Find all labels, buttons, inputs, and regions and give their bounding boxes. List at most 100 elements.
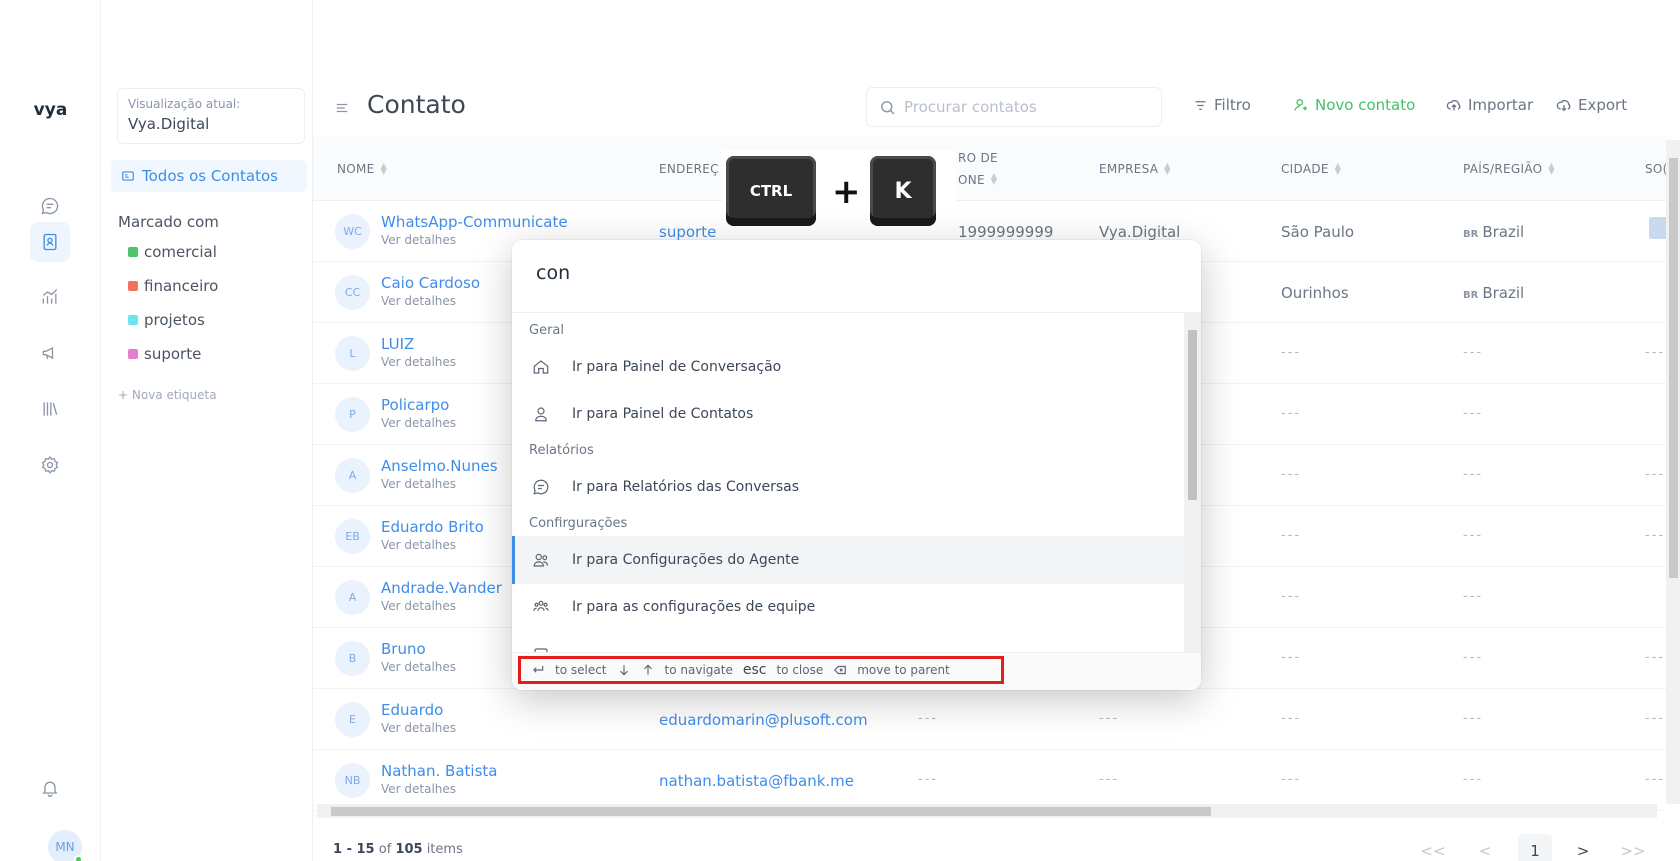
library-icon bbox=[43, 402, 58, 416]
search-box[interactable] bbox=[866, 87, 1162, 127]
user-avatar[interactable]: MN bbox=[48, 830, 83, 861]
contact-name-link[interactable]: Policarpo bbox=[381, 396, 449, 414]
view-details-link[interactable]: Ver detalhes bbox=[381, 538, 456, 552]
settings-nav-button[interactable] bbox=[30, 445, 70, 485]
contact-name-link[interactable]: Nathan. Batista bbox=[381, 762, 497, 780]
next-page-button[interactable]: > bbox=[1566, 834, 1600, 861]
command-search-input[interactable] bbox=[512, 240, 1201, 312]
command-conversation-reports[interactable]: Ir para Relatórios das Conversas bbox=[512, 463, 1184, 511]
contact-avatar: EB bbox=[335, 519, 370, 554]
campaigns-nav-button[interactable] bbox=[30, 333, 70, 373]
tag-financeiro[interactable]: financeiro bbox=[128, 277, 218, 295]
view-details-link[interactable]: Ver detalhes bbox=[381, 782, 456, 796]
conversations-nav-button[interactable] bbox=[30, 186, 70, 226]
contact-name-link[interactable]: Bruno bbox=[381, 640, 426, 658]
view-details-link[interactable]: Ver detalhes bbox=[381, 355, 456, 369]
column-company[interactable]: EMPRESA ▲ ▼ bbox=[1099, 136, 1171, 201]
vertical-scrollbar[interactable] bbox=[1666, 140, 1680, 804]
command-contacts-panel[interactable]: Ir para Painel de Contatos bbox=[512, 390, 1184, 438]
contact-email[interactable]: eduardomarin@plusoft.com bbox=[659, 711, 868, 729]
online-status-dot bbox=[74, 855, 83, 861]
import-label: Importar bbox=[1468, 96, 1534, 114]
contact-email[interactable]: suporte bbox=[659, 223, 716, 241]
horizontal-scrollbar-thumb[interactable] bbox=[331, 807, 1211, 816]
command-list-scrollbar-thumb[interactable] bbox=[1188, 330, 1197, 500]
first-page-button[interactable]: << bbox=[1416, 834, 1450, 861]
contact-email[interactable]: nathan.batista@fbank.me bbox=[659, 772, 854, 790]
contact-name-link[interactable]: Eduardo bbox=[381, 701, 443, 719]
view-details-link[interactable]: Ver detalhes bbox=[381, 721, 456, 735]
linkedin-icon[interactable] bbox=[1649, 217, 1667, 239]
backspace-key-icon bbox=[833, 663, 847, 677]
column-email[interactable]: ENDEREÇ bbox=[659, 136, 719, 201]
export-button[interactable]: Export bbox=[1556, 96, 1627, 114]
last-page-button[interactable]: >> bbox=[1616, 834, 1650, 861]
person-icon bbox=[530, 403, 552, 425]
view-details-link[interactable]: Ver detalhes bbox=[381, 294, 456, 308]
contact-city: São Paulo bbox=[1281, 223, 1355, 241]
view-details-link[interactable]: Ver detalhes bbox=[381, 660, 456, 674]
contact-name-link[interactable]: Caio Cardoso bbox=[381, 274, 480, 292]
import-button[interactable]: Importar bbox=[1446, 96, 1533, 114]
view-details-link[interactable]: Ver detalhes bbox=[381, 233, 456, 247]
current-view-selector[interactable]: Visualização atual: Vya.Digital bbox=[117, 88, 305, 144]
contact-avatar: L bbox=[335, 336, 370, 371]
column-city[interactable]: CIDADE ▲ ▼ bbox=[1281, 136, 1341, 201]
column-country[interactable]: PAÍS/REGIÃO ▲ ▼ bbox=[1463, 136, 1555, 201]
column-phone[interactable]: RO DE ONE ▲ ▼ bbox=[958, 136, 998, 201]
table-row[interactable]: E Eduardo Ver detalhes eduardomarin@plus… bbox=[313, 689, 1666, 750]
command-conversation-panel[interactable]: Ir para Painel de Conversação bbox=[512, 343, 1184, 391]
reports-nav-button[interactable] bbox=[30, 277, 70, 317]
tag-projetos[interactable]: projetos bbox=[128, 311, 205, 329]
contact-country: --- bbox=[1463, 772, 1484, 787]
table-row[interactable]: NB Nathan. Batista Ver detalhes nathan.b… bbox=[313, 750, 1666, 811]
contact-country: --- bbox=[1463, 528, 1484, 543]
toggle-sidebar-button[interactable] bbox=[335, 101, 349, 115]
tag-label: suporte bbox=[144, 345, 202, 363]
search-input[interactable] bbox=[904, 98, 1144, 116]
view-details-link[interactable]: Ver detalhes bbox=[381, 599, 456, 613]
new-tag-button[interactable]: + Nova etiqueta bbox=[118, 388, 217, 402]
horizontal-scrollbar[interactable] bbox=[317, 804, 1657, 818]
command-label: Ir para Configurações do Agente bbox=[572, 552, 800, 568]
library-nav-button[interactable] bbox=[30, 389, 70, 429]
view-details-link[interactable]: Ver detalhes bbox=[381, 416, 456, 430]
contact-phone: --- bbox=[918, 711, 939, 726]
column-social[interactable]: SO( bbox=[1645, 136, 1668, 201]
country-name: Brazil bbox=[1482, 223, 1525, 241]
command-agent-settings[interactable]: Ir para Configurações do Agente bbox=[512, 536, 1184, 584]
tag-color-swatch bbox=[128, 349, 138, 359]
all-contacts-link[interactable]: Todos os Contatos bbox=[111, 160, 307, 192]
contact-name-link[interactable]: Anselmo.Nunes bbox=[381, 457, 498, 475]
current-page[interactable]: 1 bbox=[1518, 834, 1552, 861]
contact-name-link[interactable]: WhatsApp-Communicate bbox=[381, 213, 568, 231]
contact-city: --- bbox=[1281, 528, 1302, 543]
new-contact-button[interactable]: Novo contato bbox=[1293, 96, 1415, 114]
contacts-nav-button[interactable] bbox=[30, 222, 70, 262]
app-logo[interactable]: vya bbox=[0, 100, 101, 120]
view-details-link[interactable]: Ver detalhes bbox=[381, 477, 456, 491]
vertical-scrollbar-thumb[interactable] bbox=[1669, 158, 1678, 578]
notifications-button[interactable] bbox=[30, 768, 70, 808]
command-team-settings[interactable]: Ir para as configurações de equipe bbox=[512, 583, 1184, 631]
previous-page-button[interactable]: < bbox=[1468, 834, 1502, 861]
hint-parent: move to parent bbox=[857, 663, 950, 677]
current-view-label: Visualização atual: bbox=[128, 97, 241, 111]
contact-avatar: P bbox=[335, 397, 370, 432]
tag-comercial[interactable]: comercial bbox=[128, 243, 217, 261]
command-partial-next[interactable] bbox=[512, 631, 1184, 652]
contact-name-link[interactable]: Eduardo Brito bbox=[381, 518, 484, 536]
contact-name-link[interactable]: LUIZ bbox=[381, 335, 414, 353]
column-name[interactable]: NOME ▲ ▼ bbox=[337, 136, 387, 201]
tag-suporte[interactable]: suporte bbox=[128, 345, 201, 363]
sort-icon: ▲ ▼ bbox=[1548, 160, 1555, 176]
command-results-list: Geral Ir para Painel de Conversação Ir p… bbox=[512, 312, 1184, 652]
k-key: K bbox=[870, 156, 936, 226]
country-name: Brazil bbox=[1482, 284, 1525, 302]
command-list-scrollbar[interactable] bbox=[1184, 312, 1201, 652]
contact-city: --- bbox=[1281, 772, 1302, 787]
contact-avatar: B bbox=[335, 641, 370, 676]
filter-button[interactable]: Filtro bbox=[1193, 96, 1251, 114]
contact-name-link[interactable]: Andrade.Vander bbox=[381, 579, 502, 597]
team-icon bbox=[530, 596, 552, 618]
